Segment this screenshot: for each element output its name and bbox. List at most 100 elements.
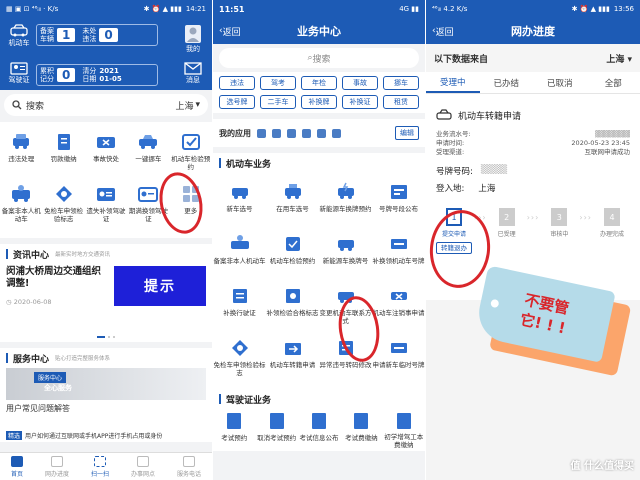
service-item[interactable]: 罚款缴纳 [42, 128, 84, 180]
messages-button[interactable]: 消息 [178, 62, 208, 85]
transfer-cancel-button[interactable]: 转籍退办 [436, 242, 472, 254]
exempt-label-icon [55, 186, 72, 202]
city-selector[interactable]: 上海 ▾ [175, 99, 200, 112]
business-item[interactable]: 补换领机动车号牌 [372, 229, 425, 281]
vehicle-label: 机动车 [8, 39, 30, 47]
step-arrows: ››› [579, 213, 592, 222]
tag-plate-select[interactable]: 选号牌 [219, 95, 255, 109]
app-icon[interactable] [332, 128, 341, 138]
tab-all[interactable]: 全部 [587, 72, 640, 93]
license-shortcut[interactable]: 驾驶证 [4, 62, 34, 85]
status-bar: ▦ ▣ ⊡ ⁴⁶ᵢₗₗ ⋅ K/s ✱ ⏰ ▲ ▮▮▮ 14:21 [0, 0, 212, 18]
tab-label: 办事网点 [130, 470, 155, 478]
pass-label-icon [285, 289, 300, 303]
service-label: 机动车检验预约 [171, 155, 211, 171]
service-center-banner[interactable]: 服务中心 全心服务 [6, 368, 206, 400]
business-item[interactable]: 新能源车换牌预约 [319, 177, 372, 229]
plate-value: ▒▒▒▒ [480, 165, 508, 175]
app-icon[interactable] [302, 128, 311, 138]
tab-scan[interactable]: 扫一扫 [91, 455, 109, 478]
business-search-input[interactable]: ⌕ 搜索 [219, 48, 419, 68]
tab-cancelled[interactable]: 已取消 [533, 72, 587, 93]
tag-replace-plate[interactable]: 补换牌 [301, 95, 337, 109]
tab-offices[interactable]: 办事网点 [130, 455, 155, 478]
business-item[interactable]: 号牌号段公布 [372, 177, 425, 229]
business-label: 在用车选号 [276, 205, 309, 213]
business-item[interactable]: 考试预约 [213, 411, 255, 449]
business-item[interactable]: 取消考试预约 [255, 411, 297, 449]
service-item[interactable]: 备案非本人机动车 [0, 180, 42, 232]
business-item[interactable]: 考试费缴纳 [340, 411, 382, 449]
edit-button[interactable]: 编辑 [395, 126, 419, 140]
business-item[interactable]: 机动车注销事申请 [372, 281, 425, 333]
business-item[interactable]: 补领检验合格标志 [266, 281, 319, 333]
business-item[interactable]: 申请新车临时号牌 [372, 333, 425, 385]
tag-move-car[interactable]: 挪车 [383, 76, 419, 90]
app-icon[interactable] [257, 128, 266, 138]
tab-hotline[interactable]: 服务电话 [177, 455, 201, 478]
business-item[interactable]: 备案非本人机动车 [213, 229, 266, 281]
tag-inspection[interactable]: 年检 [301, 76, 337, 90]
tab-in-progress[interactable]: 受理中 [426, 72, 480, 93]
business-item[interactable]: 补换行驶证 [213, 281, 266, 333]
business-item[interactable]: 新能源车换牌号 [319, 229, 372, 281]
back-button[interactable]: ‹ 返回 [432, 25, 454, 38]
service-item[interactable]: 免检车申领检验标志 [42, 180, 84, 232]
news-date: 2020-06-08 [13, 298, 52, 306]
faq-title[interactable]: 用户常见问题解答 [0, 400, 212, 417]
business-center-screen: 11:51 4G ▮▮ ‹ 返回 业务中心 ⌕ 搜索 违法 驾考 年检 事故 挪… [213, 0, 425, 480]
app-icon[interactable] [287, 128, 296, 138]
car-icon [10, 24, 28, 37]
tab-completed[interactable]: 已办结 [480, 72, 534, 93]
service-label: 遗失补领驾驶证 [86, 207, 126, 223]
home-search-bar[interactable]: 搜索 上海 ▾ [4, 94, 208, 116]
business-label: 考试费缴纳 [345, 434, 378, 442]
tag-violation[interactable]: 违法 [219, 76, 255, 90]
tag-rental[interactable]: 租赁 [383, 95, 419, 109]
my-profile-button[interactable]: 我的 [178, 24, 208, 54]
license-summary[interactable]: 累积 记分 0 清分 日期 2021 01-05 [36, 64, 158, 86]
tag-accident[interactable]: 事故 [342, 76, 378, 90]
service-item[interactable]: 事故快处 [85, 128, 127, 180]
search-label: 搜索 [26, 101, 45, 112]
app-icon[interactable] [317, 128, 326, 138]
scan-icon [93, 455, 106, 467]
news-card[interactable]: 闵浦大桥周边交通组织调整! ◷ 2020-06-08 提示 [0, 264, 212, 308]
business-item[interactable]: 免检车申领检验标志 [213, 333, 266, 385]
business-item[interactable]: 在用车选号 [266, 177, 319, 229]
business-item[interactable]: 初学增驾工本费缴纳 [383, 411, 425, 449]
status-time: 13:56 [613, 5, 634, 13]
more-services-button[interactable]: 更多 [170, 180, 212, 232]
business-item[interactable]: 异常违号转码修改 [319, 333, 372, 385]
business-item[interactable]: 新车选号 [213, 177, 266, 229]
vehicle-summary[interactable]: 备案 车辆 1 未处 违法 0 [36, 24, 158, 46]
ev-plate-icon [337, 182, 354, 199]
business-item[interactable]: 考试信息公布 [298, 411, 340, 449]
faq-item[interactable]: 精选 用户如何通过互联网或手机APP进行手机占用或身份 [0, 428, 212, 442]
back-button[interactable]: ‹ 返回 [219, 25, 241, 38]
service-item[interactable]: 遗失补领驾驶证 [85, 180, 127, 232]
service-item[interactable]: 一键挪车 [127, 128, 169, 180]
vehicle-transfer-button[interactable]: 机动车转籍申请 [266, 333, 319, 385]
page-title: 业务中心 [297, 25, 341, 38]
business-item[interactable]: 机动车检验预约 [266, 229, 319, 281]
registered-vehicles-label: 备案 车辆 [40, 27, 54, 43]
exam-booking-icon [227, 413, 242, 429]
business-label: 新能源车换牌号 [322, 257, 369, 265]
cost-fee-icon [396, 413, 411, 429]
app-icon[interactable] [272, 128, 281, 138]
service-item[interactable]: 违法处理 [0, 128, 42, 180]
deregister-icon [390, 292, 407, 300]
vehicle-shortcut[interactable]: 机动车 [4, 24, 34, 48]
tab-home[interactable]: 首页 [10, 455, 23, 478]
tab-progress[interactable]: 网办进度 [45, 455, 69, 478]
business-item[interactable]: 变更机动车联系方式 [319, 281, 372, 333]
status-left: ⁴⁶ᵢₗₗ 4.2 K/s [432, 5, 468, 13]
tag-exam[interactable]: 驾考 [260, 76, 296, 90]
service-item[interactable]: 期满换领驾驶证 [127, 180, 169, 232]
application-card[interactable]: 机动车转籍申请 业务流水号: ▓▓▓▓▓▓▓ 申请时间: 2020-05-23 23… [426, 94, 640, 202]
data-source-city-selector[interactable]: 上海 ▾ [606, 52, 632, 65]
service-item[interactable]: 机动车检验预约 [170, 128, 212, 180]
tag-replace-license[interactable]: 补换证 [342, 95, 378, 109]
tag-used-car[interactable]: 二手车 [260, 95, 296, 109]
